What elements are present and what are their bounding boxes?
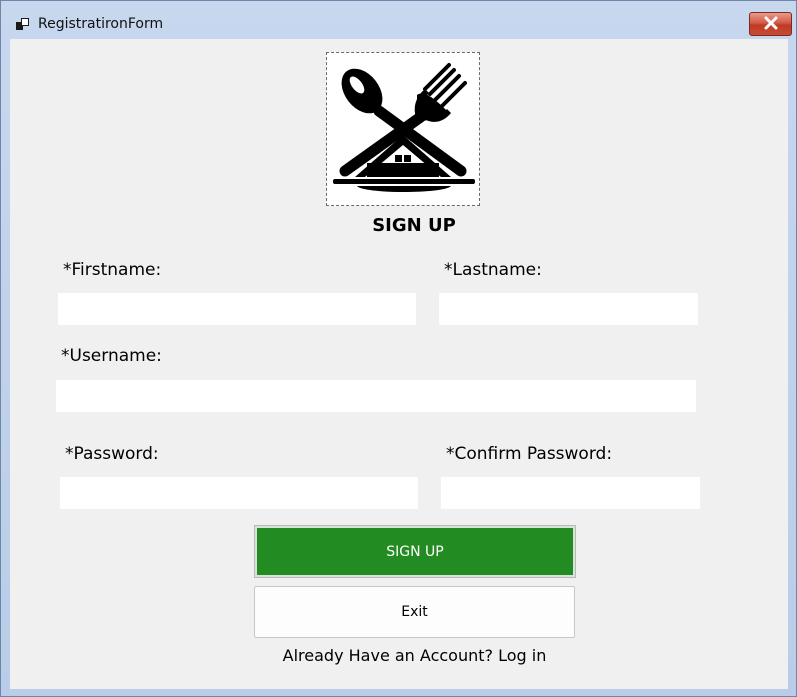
username-label: *Username: xyxy=(61,346,162,366)
signup-button[interactable]: SIGN UP xyxy=(254,525,576,578)
password-field[interactable] xyxy=(60,477,418,509)
close-button[interactable] xyxy=(749,12,792,36)
exit-button[interactable]: Exit xyxy=(254,586,575,638)
spoon-fork-house-plate-logo xyxy=(333,63,475,192)
logo-picture xyxy=(326,52,480,206)
firstname-field[interactable] xyxy=(58,293,416,325)
form-icon xyxy=(15,16,31,32)
login-link[interactable]: Already Have an Account? Log in xyxy=(254,646,575,665)
window-title: RegistratironForm xyxy=(38,16,164,32)
firstname-label: *Firstname: xyxy=(63,260,162,280)
confirm-password-field[interactable] xyxy=(441,477,700,509)
title-bar[interactable]: RegistratironForm xyxy=(1,1,796,39)
lastname-field[interactable] xyxy=(439,293,698,325)
registration-window: RegistratironForm SIGN UP *Firstname: *L… xyxy=(0,0,797,697)
page-title: SIGN UP xyxy=(372,215,456,236)
username-field[interactable] xyxy=(56,380,696,412)
lastname-label: *Lastname: xyxy=(444,260,542,280)
form-client-area: SIGN UP *Firstname: *Lastname: *Username… xyxy=(10,39,788,689)
password-label: *Password: xyxy=(65,444,159,464)
close-x-icon xyxy=(763,15,779,34)
confirm-password-label: *Confirm Password: xyxy=(446,444,613,464)
